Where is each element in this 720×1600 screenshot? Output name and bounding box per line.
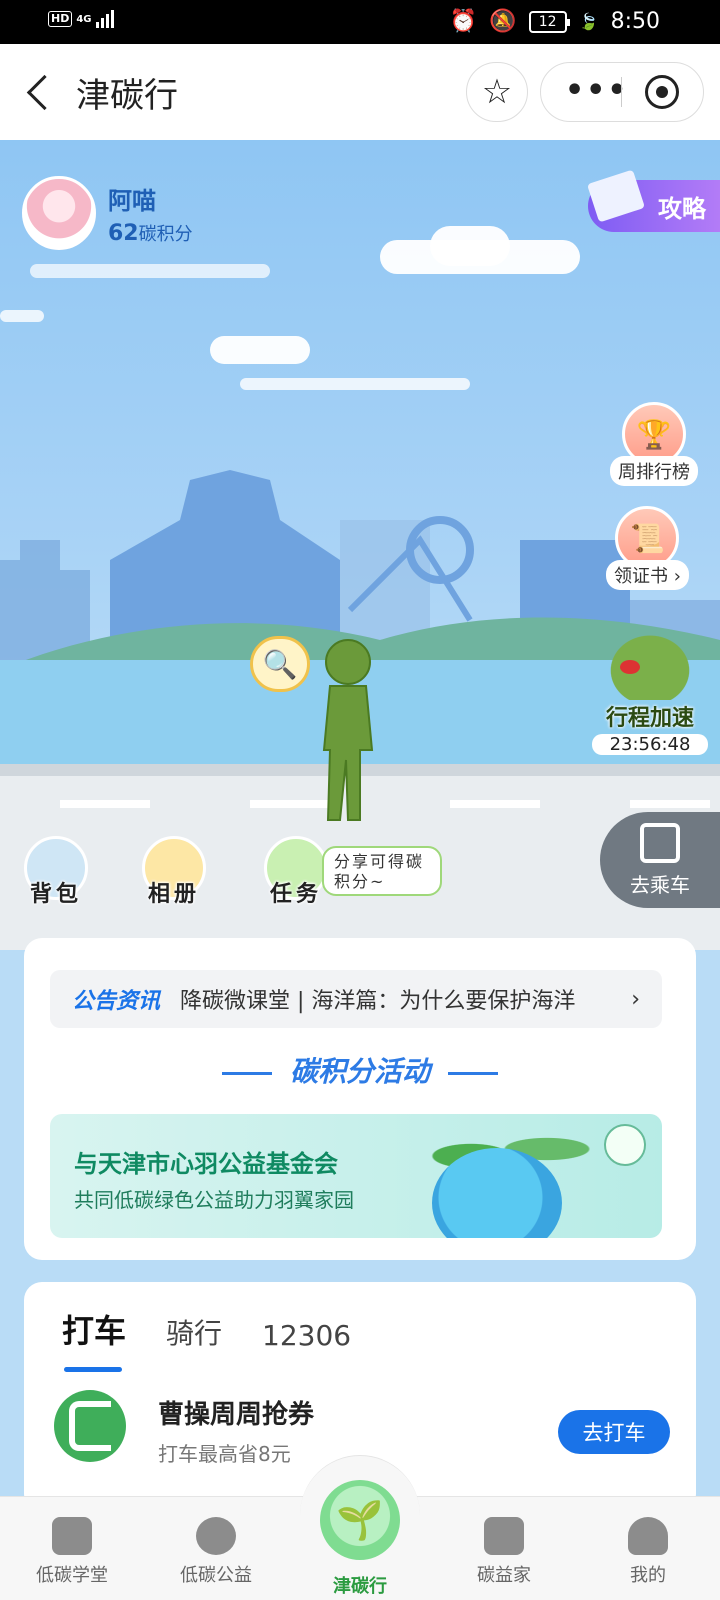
nav-item-mine[interactable]: 我的 (588, 1517, 708, 1587)
points-value: 62 (108, 220, 139, 246)
status-bar: HD 4G ⏰ 🔕 12 🍃 8:50 (0, 0, 720, 44)
capsule-divider (621, 77, 622, 107)
banner-title: 与天津市心羽公益基金会 (74, 1150, 338, 1178)
mute-icon: 🔕 (489, 9, 517, 34)
game-scene: 阿喵 62碳积分 攻略 🏆 周排行榜 📜 领证书 › 行程加速 23:56:48… (0, 140, 720, 950)
nav-label: 津碳行 (333, 1576, 387, 1597)
foundation-logo (604, 1124, 646, 1166)
bottom-nav: 低碳学堂 低碳公益 🌱 津碳行 碳益家 我的 (0, 1455, 720, 1600)
announcement-tag: 公告资讯 (72, 989, 161, 1014)
offer-subtitle: 打车最高省8元 (158, 1442, 291, 1466)
search-magnifier-icon[interactable]: 🔍 (250, 636, 310, 692)
leaf-status-icon: 🍃 (578, 12, 599, 31)
user-name: 阿喵 (108, 186, 156, 215)
certificate-label: 领证书 › (606, 560, 689, 590)
signal-icon (95, 10, 114, 28)
travel-tabs: 打车 骑行 12306 (62, 1306, 351, 1372)
nav-item-low-carbon-charity[interactable]: 低碳公益 (156, 1517, 276, 1587)
nav-item-tanyijia[interactable]: 碳益家 (444, 1517, 564, 1587)
leaf-icon: 🌱 (320, 1480, 400, 1560)
tasks-label: 任务 (269, 882, 322, 907)
take-bus-label: 去乘车 (630, 873, 690, 897)
battery-icon: 12 (528, 10, 570, 33)
take-bus-button[interactable]: 去乘车 (600, 812, 720, 908)
network-label: 4G (76, 13, 92, 25)
nav-label: 我的 (630, 1565, 666, 1586)
alarm-icon: ⏰ (449, 9, 478, 34)
tab-12306[interactable]: 12306 (262, 1319, 351, 1352)
page-title: 津碳行 (76, 76, 178, 116)
miniprogram-capsule: ••• (540, 62, 704, 122)
guide-label: 攻略 (658, 194, 706, 223)
trip-accelerate-button[interactable]: 行程加速 23:56:48 (586, 626, 714, 755)
nav-label: 低碳学堂 (36, 1565, 108, 1586)
certificate-button[interactable]: 📜 领证书 › (606, 506, 689, 590)
offer-title: 曹操周周抢券 (158, 1400, 315, 1430)
hd-badge: HD (48, 11, 73, 27)
back-icon[interactable] (24, 72, 54, 112)
nav-item-jintanxing[interactable]: 🌱 津碳行 (300, 1455, 420, 1597)
status-right: ⏰ 🔕 12 🍃 8:50 (450, 9, 660, 34)
album-label: 相册 (147, 882, 200, 907)
user-profile[interactable]: 阿喵 62碳积分 (22, 176, 193, 250)
chevron-right-icon: › (631, 986, 640, 1012)
clock: 8:50 (610, 9, 660, 34)
activity-card: 公告资讯 降碳微课堂 | 海洋篇：为什么要保护海洋 › 碳积分活动 与天津市心羽… (24, 938, 696, 1260)
go-taxi-button[interactable]: 去打车 (558, 1410, 670, 1454)
more-icon[interactable]: ••• (565, 73, 629, 108)
close-miniprogram-icon[interactable] (645, 75, 679, 109)
activity-section-title: 碳积分活动 (24, 1050, 696, 1090)
accelerate-countdown: 23:56:48 (591, 734, 709, 755)
points-unit: 碳积分 (138, 223, 193, 245)
status-left: HD 4G (48, 10, 114, 28)
user-icon (628, 1517, 668, 1555)
banner-subtitle: 共同低碳绿色公益助力羽翼家园 (74, 1188, 354, 1212)
backpack-button[interactable]: 背包 (24, 836, 88, 908)
favorite-star-icon[interactable]: ☆ (466, 62, 528, 122)
avatar[interactable] (22, 176, 96, 250)
activity-banner[interactable]: 与天津市心羽公益基金会 共同低碳绿色公益助力羽翼家园 (50, 1114, 662, 1238)
profile-info: 阿喵 62碳积分 (108, 181, 193, 246)
nav-label: 低碳公益 (180, 1565, 252, 1586)
guide-button[interactable]: 攻略 (586, 169, 720, 232)
announcement-bar[interactable]: 公告资讯 降碳微课堂 | 海洋篇：为什么要保护海洋 › (50, 970, 662, 1028)
backpack-label: 背包 (29, 882, 82, 907)
carbon-points: 62碳积分 (108, 220, 193, 246)
album-button[interactable]: 相册 (142, 836, 206, 908)
weekly-rank-label: 周排行榜 (610, 456, 698, 486)
nav-bar: 津碳行 ☆ ••• (0, 44, 720, 140)
tab-cycling[interactable]: 骑行 (166, 1312, 222, 1352)
share-tip-bubble[interactable]: 分享可得碳积分~ (322, 846, 442, 896)
weekly-rank-button[interactable]: 🏆 周排行榜 (610, 402, 698, 486)
tab-taxi[interactable]: 打车 (62, 1306, 126, 1372)
caocao-logo-icon (54, 1390, 126, 1462)
bus-qr-icon (640, 823, 680, 863)
announcement-text: 降碳微课堂 | 海洋篇：为什么要保护海洋 (180, 989, 576, 1014)
store-icon (484, 1517, 524, 1555)
heart-hand-icon (196, 1517, 236, 1555)
book-icon (52, 1517, 92, 1555)
accelerate-label: 行程加速 (605, 706, 694, 731)
tasks-button[interactable]: 任务 (264, 836, 328, 908)
nav-label: 碳益家 (477, 1565, 531, 1586)
nav-item-low-carbon-school[interactable]: 低碳学堂 (12, 1517, 132, 1587)
bird-icon (600, 626, 700, 700)
